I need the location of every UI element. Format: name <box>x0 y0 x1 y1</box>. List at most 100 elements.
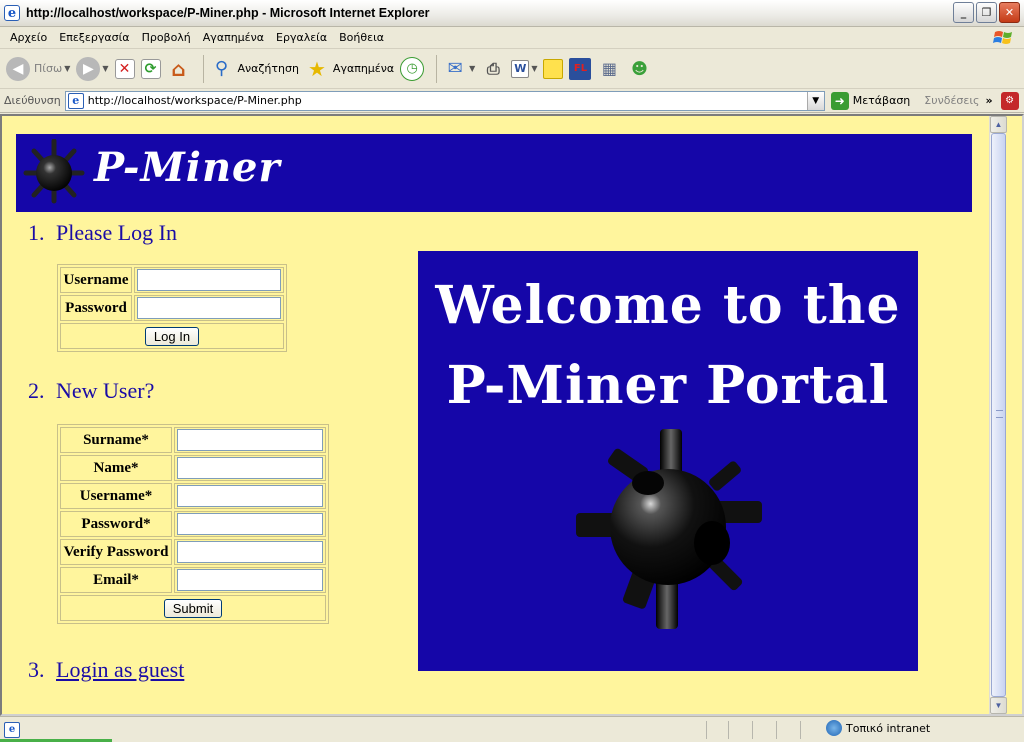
minimize-button[interactable]: _ <box>953 2 974 23</box>
messenger-icon: ☻ <box>631 59 648 78</box>
register-form: Surname* Name* Username* Password* Verif… <box>57 424 329 624</box>
surname-cell <box>174 427 326 453</box>
menu-favorites[interactable]: Αγαπημένα <box>197 31 270 44</box>
search-button[interactable]: ⚲ Αναζήτηση <box>210 54 299 84</box>
notes-button[interactable] <box>543 54 564 84</box>
back-label: Πίσω <box>34 62 63 75</box>
forward-button[interactable]: ▶ ▼ <box>76 54 109 84</box>
links-label[interactable]: Συνδέσεις <box>924 94 979 107</box>
login-button[interactable]: Log In <box>144 326 200 346</box>
verify-password-cell <box>174 539 326 565</box>
refresh-button[interactable]: ⟳ <box>140 54 161 84</box>
scroll-grip-icon <box>996 410 1003 418</box>
welcome-panel: Welcome to the P-Miner Portal <box>418 251 918 671</box>
new-user-heading-number: 2. <box>28 378 45 403</box>
edit-icon: W <box>511 59 530 78</box>
mine-graphic-icon <box>576 429 762 629</box>
scroll-down-icon[interactable]: ▼ <box>990 697 1007 714</box>
status-cell <box>800 720 801 739</box>
links-chevron-icon[interactable]: » <box>986 94 993 107</box>
password-cell <box>134 295 284 321</box>
surname-input[interactable] <box>177 429 323 451</box>
window-title: http://localhost/workspace/P-Miner.php -… <box>26 6 430 20</box>
username-label: Username <box>60 267 132 293</box>
forward-dropdown-icon[interactable]: ▼ <box>102 64 108 73</box>
mail-button[interactable]: ✉ ▼ <box>443 54 476 84</box>
login-as-guest-link[interactable]: Login as guest <box>56 657 184 682</box>
stop-button[interactable]: ✕ <box>114 54 135 84</box>
status-cell <box>752 720 753 739</box>
mail-dropdown-icon[interactable]: ▼ <box>469 64 475 73</box>
login-button-cell: Log In <box>60 323 284 349</box>
menu-edit[interactable]: Επεξεργασία <box>53 31 135 44</box>
go-button[interactable]: ➜ Μετάβαση <box>830 91 910 110</box>
maximize-button[interactable]: ❐ <box>976 2 997 23</box>
verify-password-input[interactable] <box>177 541 323 563</box>
research-button[interactable]: ▦ <box>597 54 621 84</box>
mine-logo-icon <box>23 139 85 204</box>
address-url[interactable]: http://localhost/workspace/P-Miner.php <box>88 94 302 107</box>
close-button[interactable]: ✕ <box>999 2 1020 23</box>
flash-button[interactable]: FL <box>569 54 592 84</box>
menu-bar: Αρχείο Επεξεργασία Προβολή Αγαπημένα Εργ… <box>0 27 1024 49</box>
register-username-input[interactable] <box>177 485 323 507</box>
search-icon: ⚲ <box>214 58 229 79</box>
translate-icon[interactable]: ⚙ <box>1000 91 1019 110</box>
history-button[interactable]: ◷ <box>400 54 425 84</box>
favorites-button[interactable]: ★ Αγαπημένα <box>305 54 394 84</box>
banner-title: P-Miner <box>94 144 281 191</box>
register-password-input[interactable] <box>177 513 323 535</box>
print-button[interactable]: ⎙ <box>481 54 505 84</box>
edit-dropdown-icon[interactable]: ▼ <box>531 64 537 73</box>
login-username-input[interactable] <box>137 269 281 291</box>
menu-file[interactable]: Αρχείο <box>4 31 53 44</box>
submit-button-cell: Submit <box>60 595 326 621</box>
messenger-button[interactable]: ☻ <box>627 54 651 84</box>
stop-icon: ✕ <box>114 58 135 79</box>
toolbar: ◀ Πίσω ▼ ▶ ▼ ✕ ⟳ ⌂ ⚲ Αναζήτηση ★ Αγαπημέ… <box>0 49 1024 89</box>
flash-icon: FL <box>569 57 592 80</box>
email-input[interactable] <box>177 569 323 591</box>
windows-logo-icon <box>993 31 1012 44</box>
back-dropdown-icon[interactable]: ▼ <box>64 64 70 73</box>
home-icon: ⌂ <box>171 56 186 81</box>
register-password-cell <box>174 511 326 537</box>
register-username-cell <box>174 483 326 509</box>
scroll-thumb[interactable] <box>991 133 1006 697</box>
welcome-line-2: P-Miner Portal <box>446 355 890 416</box>
history-icon: ◷ <box>400 56 425 81</box>
address-dropdown-icon[interactable]: ▼ <box>806 91 824 110</box>
menu-view[interactable]: Προβολή <box>136 31 197 44</box>
search-label: Αναζήτηση <box>237 62 299 75</box>
favorites-icon: ★ <box>307 56 326 81</box>
vertical-scrollbar[interactable]: ▲ ▼ <box>989 116 1007 714</box>
favorites-label: Αγαπημένα <box>332 62 395 75</box>
zone-label: Τοπικό intranet <box>846 721 931 735</box>
login-heading: 1. Please Log In <box>28 220 177 246</box>
scroll-up-icon[interactable]: ▲ <box>990 116 1007 133</box>
menu-tools[interactable]: Εργαλεία <box>270 31 333 44</box>
guest-heading: 3. Login as guest <box>28 657 184 683</box>
new-user-heading-title: New User? <box>56 378 155 403</box>
name-input[interactable] <box>177 457 323 479</box>
password-label: Password <box>60 295 132 321</box>
back-button[interactable]: ◀ Πίσω ▼ <box>6 54 70 84</box>
address-input[interactable]: e http://localhost/workspace/P-Miner.php… <box>64 90 825 111</box>
name-cell <box>174 455 326 481</box>
mail-icon: ✉ <box>447 58 463 79</box>
menu-help[interactable]: Βοήθεια <box>333 31 390 44</box>
email-cell <box>174 567 326 593</box>
forward-icon: ▶ <box>76 56 101 81</box>
ie-icon: e <box>4 5 20 21</box>
name-label: Name* <box>60 455 172 481</box>
login-password-input[interactable] <box>137 297 281 319</box>
home-button[interactable]: ⌂ <box>167 54 191 84</box>
login-heading-title: Please Log In <box>56 220 177 245</box>
print-icon: ⎙ <box>486 58 500 78</box>
verify-password-label: Verify Password <box>60 539 172 565</box>
welcome-line-1: Welcome to the <box>435 275 901 336</box>
status-cell <box>728 720 729 739</box>
address-label: Διεύθυνση <box>4 94 61 107</box>
edit-button[interactable]: W ▼ <box>511 54 537 84</box>
submit-button[interactable]: Submit <box>163 598 223 618</box>
